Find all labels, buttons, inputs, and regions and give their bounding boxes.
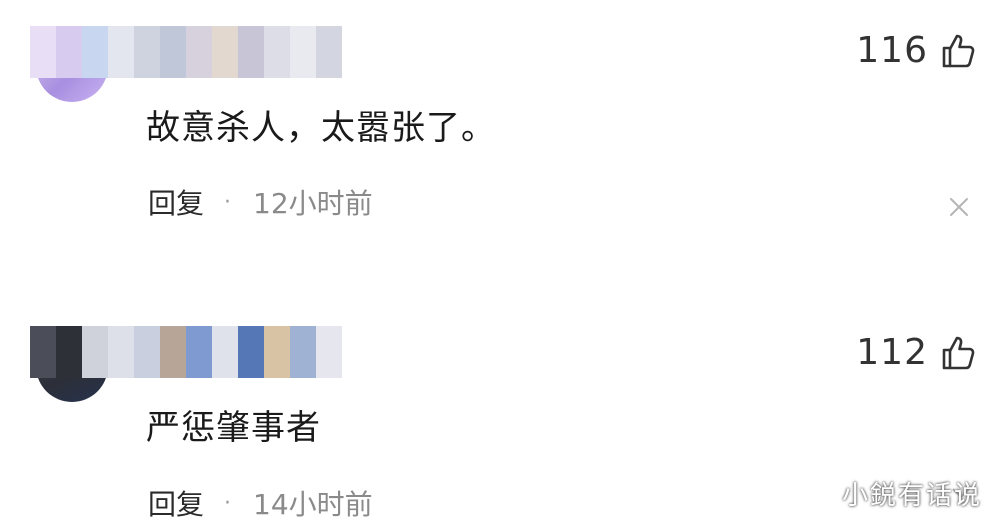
mosaic-cell bbox=[264, 26, 290, 78]
mosaic-cell bbox=[186, 26, 212, 78]
mosaic-cell bbox=[160, 26, 186, 78]
reply-button[interactable]: 回复 bbox=[148, 483, 204, 523]
separator-dot: · bbox=[224, 189, 232, 215]
mosaic-cell bbox=[108, 326, 134, 378]
mosaic-cell bbox=[212, 26, 238, 78]
comment-meta: 回复 · 14小时前 bbox=[148, 483, 373, 523]
mosaic-cell bbox=[108, 26, 134, 78]
thumbs-up-icon[interactable] bbox=[938, 31, 978, 71]
mosaic-cell bbox=[56, 26, 82, 78]
reply-button[interactable]: 回复 bbox=[148, 182, 204, 222]
like-count: 116 bbox=[856, 30, 928, 71]
mosaic-cell bbox=[238, 26, 264, 78]
watermark: 小鋭有话说 bbox=[841, 481, 982, 511]
mosaic-cell bbox=[238, 326, 264, 378]
close-icon[interactable] bbox=[948, 196, 970, 218]
separator-dot: · bbox=[224, 490, 232, 516]
like-button[interactable]: 112 bbox=[856, 332, 978, 373]
timestamp: 14小时前 bbox=[253, 488, 373, 521]
mosaic-cell bbox=[134, 326, 160, 378]
mosaic-cell bbox=[30, 26, 56, 78]
mosaic-cell bbox=[134, 26, 160, 78]
mosaic-cell bbox=[290, 326, 316, 378]
comment-text: 故意杀人，太嚣张了。 bbox=[146, 108, 496, 148]
mosaic-cell bbox=[82, 26, 108, 78]
comment-meta: 回复 · 12小时前 bbox=[148, 182, 373, 222]
mosaic-cell bbox=[56, 326, 82, 378]
mosaic-cell bbox=[82, 326, 108, 378]
mosaic-cell bbox=[30, 326, 56, 378]
like-button[interactable]: 116 bbox=[856, 30, 978, 71]
mosaic-cell bbox=[264, 326, 290, 378]
mosaic-cell bbox=[316, 326, 342, 378]
like-count: 112 bbox=[856, 332, 928, 373]
mosaic-cell bbox=[290, 26, 316, 78]
comment-text: 严惩肇事者 bbox=[146, 408, 321, 448]
mosaic-cell bbox=[316, 26, 342, 78]
timestamp: 12小时前 bbox=[253, 187, 373, 220]
mosaic-cell bbox=[212, 326, 238, 378]
mosaic-cell bbox=[160, 326, 186, 378]
username-blurred[interactable] bbox=[30, 26, 342, 78]
comment-item: 116 故意杀人，太嚣张了。 回复 · 12小时前 bbox=[0, 0, 996, 270]
username-blurred[interactable] bbox=[30, 326, 342, 378]
thumbs-up-icon[interactable] bbox=[938, 333, 978, 373]
mosaic-cell bbox=[186, 326, 212, 378]
